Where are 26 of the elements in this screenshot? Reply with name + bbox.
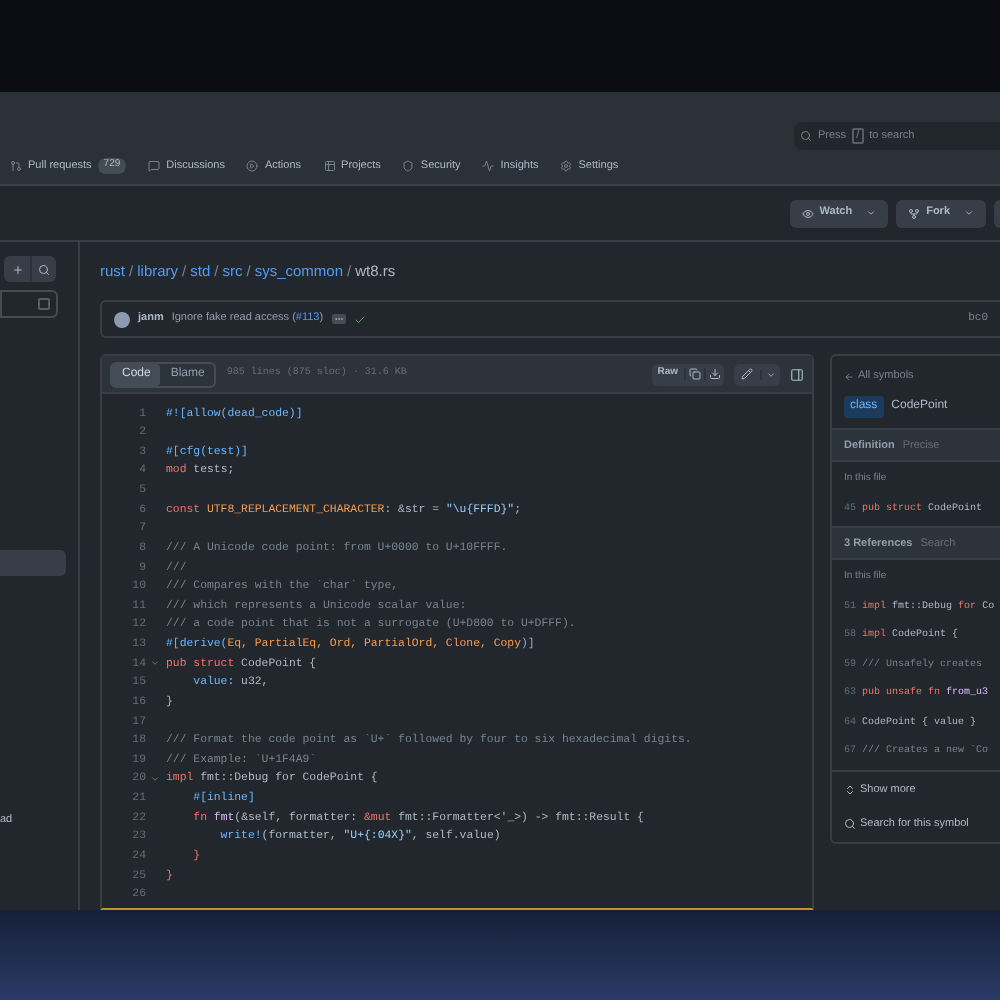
copy-icon[interactable] — [684, 368, 704, 380]
settings-icon — [560, 160, 573, 173]
caret-icon[interactable] — [760, 369, 780, 379]
search-icon — [844, 818, 856, 831]
search-icon — [800, 130, 812, 142]
caret-icon — [866, 208, 877, 218]
table-icon — [323, 160, 336, 173]
speech-bubble-icon — [148, 160, 161, 173]
eye-icon — [801, 207, 814, 219]
symbols-panel-icon[interactable] — [790, 367, 804, 381]
filter-field[interactable] — [0, 290, 58, 318]
caret-icon — [964, 208, 974, 218]
pull-request-icon — [10, 160, 22, 173]
fold-icon[interactable] — [150, 774, 160, 785]
search-icon — [38, 263, 50, 275]
ellipsis-icon[interactable] — [331, 314, 346, 324]
back-arrow-icon — [844, 371, 854, 382]
shortcut-icon — [38, 298, 50, 310]
pulse-icon — [482, 160, 495, 173]
fold-icon[interactable] — [150, 658, 160, 669]
plus-icon — [11, 263, 23, 275]
avatar — [114, 311, 130, 327]
play-icon — [246, 160, 259, 173]
fork-icon — [908, 207, 921, 219]
download-icon[interactable] — [704, 368, 724, 380]
shield-icon — [402, 160, 415, 173]
